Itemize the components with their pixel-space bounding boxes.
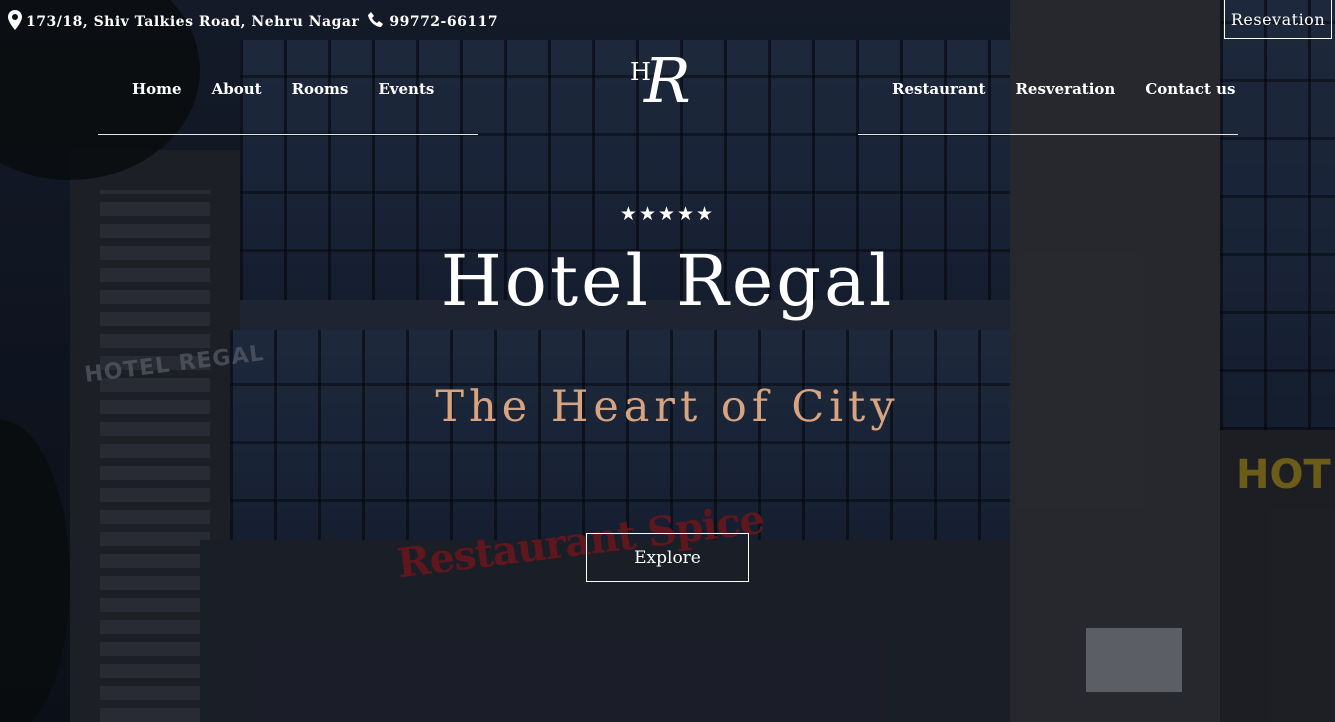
nav-divider-left bbox=[98, 134, 478, 135]
hero-subtitle: The Heart of City bbox=[435, 382, 900, 432]
nav-item-about[interactable]: About bbox=[212, 80, 262, 98]
explore-button[interactable]: Explore bbox=[586, 533, 749, 582]
contact-bar: 173/18, Shiv Talkies Road, Nehru Nagar 9… bbox=[8, 10, 498, 34]
nav-item-home[interactable]: Home bbox=[132, 80, 182, 98]
nav-item-rooms[interactable]: Rooms bbox=[292, 80, 349, 98]
star-rating: ★★★★★ bbox=[619, 203, 716, 225]
phone-number[interactable]: 99772-66117 bbox=[389, 14, 498, 30]
nav-item-restaurant[interactable]: Restaurant bbox=[892, 80, 985, 98]
nav-left: Home About Rooms Events bbox=[132, 80, 464, 98]
nav-right: Restaurant Resveration Contact us bbox=[892, 80, 1265, 98]
reservation-button[interactable]: Resevation bbox=[1224, 0, 1332, 39]
address-text: 173/18, Shiv Talkies Road, Nehru Nagar bbox=[26, 14, 360, 30]
nav-item-events[interactable]: Events bbox=[378, 80, 434, 98]
nav-item-contact[interactable]: Contact us bbox=[1145, 80, 1235, 98]
logo-letter-r: R bbox=[644, 44, 691, 117]
nav-divider-right bbox=[858, 134, 1238, 135]
phone-icon bbox=[367, 11, 385, 33]
nav-item-reservation[interactable]: Resveration bbox=[1015, 80, 1115, 98]
hero-title: Hotel Regal bbox=[440, 240, 895, 322]
map-marker-icon bbox=[8, 10, 22, 34]
